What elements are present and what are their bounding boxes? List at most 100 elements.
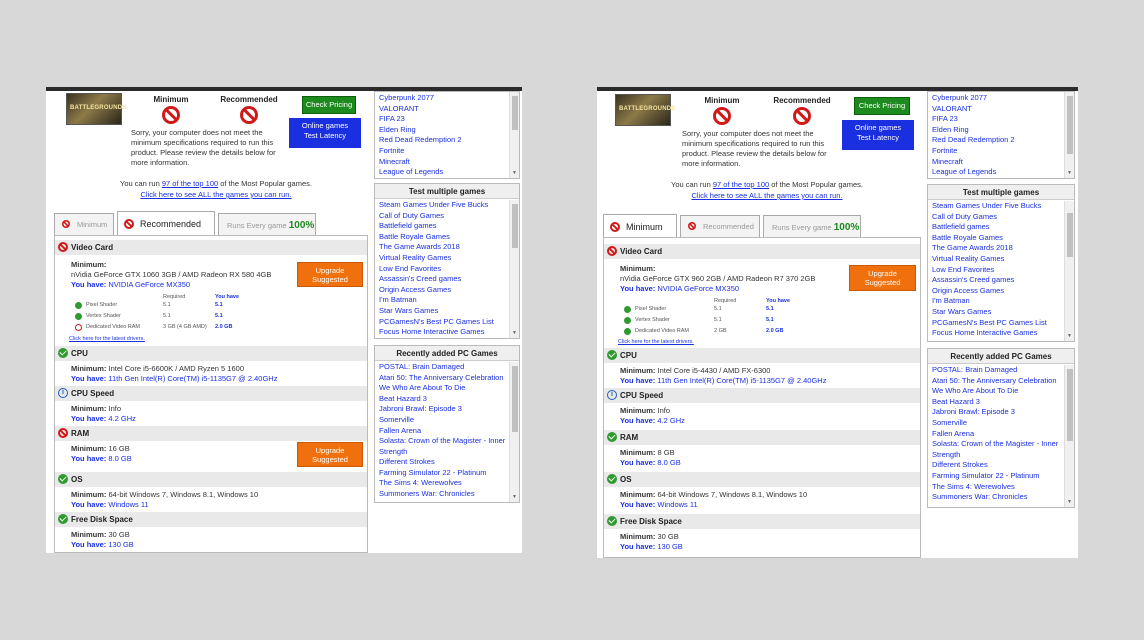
list-item[interactable]: POSTAL: Brain Damaged: [375, 362, 507, 373]
ram-upgrade-button[interactable]: Upgrade Suggested: [297, 442, 363, 467]
list-item[interactable]: Jabroni Brawl: Episode 3: [375, 404, 507, 415]
list-item[interactable]: VALORANT: [928, 104, 1062, 115]
list-item[interactable]: The Sims 4: Werewolves: [375, 478, 507, 489]
online-games-latency-button[interactable]: Online games Test Latency: [842, 120, 914, 150]
list-item[interactable]: Jabroni Brawl: Episode 3: [928, 407, 1062, 418]
list-item[interactable]: PCGamesN's Best PC Games List: [928, 318, 1062, 329]
scrollbar[interactable]: ▼: [509, 92, 519, 178]
list-item[interactable]: Steam Games Under Five Bucks: [928, 201, 1062, 212]
list-item[interactable]: Red Dead Redemption 2: [375, 135, 507, 146]
list-item[interactable]: Call of Duty Games: [375, 211, 507, 222]
see-all-games-link[interactable]: Click here to see ALL the games you can …: [691, 191, 842, 200]
tab-runs-every-game[interactable]: Runs Every game 100%: [763, 215, 861, 237]
see-all-games-link[interactable]: Click here to see ALL the games you can …: [140, 190, 291, 199]
list-item[interactable]: Focus Home Interactive Games: [928, 328, 1062, 339]
list-item[interactable]: Solasta: Crown of the Magister - Inner: [928, 439, 1062, 450]
list-item[interactable]: Beat Hazard 3: [375, 394, 507, 405]
list-item[interactable]: Cyberpunk 2077: [928, 93, 1062, 104]
list-item[interactable]: Atari 50: The Anniversary Celebration: [928, 376, 1062, 387]
list-item[interactable]: Battle Royale Games: [375, 232, 507, 243]
list-item[interactable]: FIFA 23: [375, 114, 507, 125]
disk-minimum: Minimum: 30 GB: [71, 530, 130, 539]
list-item[interactable]: POSTAL: Brain Damaged: [928, 365, 1062, 376]
list-item[interactable]: Battlefield games: [375, 221, 507, 232]
list-item[interactable]: The Game Awards 2018: [375, 242, 507, 253]
list-item[interactable]: The Sims 4: Werewolves: [928, 482, 1062, 493]
list-item[interactable]: Assassin's Creed games: [375, 274, 507, 285]
list-item[interactable]: Fallen Arena: [928, 429, 1062, 440]
list-item[interactable]: Fallen Arena: [375, 426, 507, 437]
list-item[interactable]: Battle Royale Games: [928, 233, 1062, 244]
tab-recommended[interactable]: Recommended: [680, 215, 760, 237]
list-item[interactable]: Summoners War: Chronicles: [928, 492, 1062, 503]
top-100-link[interactable]: 97 of the top 100: [713, 180, 769, 189]
list-item[interactable]: We Who Are About To Die: [928, 386, 1062, 397]
list-item[interactable]: League of Legends: [375, 167, 507, 178]
list-item[interactable]: Different Strokes: [928, 460, 1062, 471]
online-games-latency-button[interactable]: Online games Test Latency: [289, 118, 361, 148]
list-item[interactable]: Focus Home Interactive Games: [375, 327, 507, 338]
video-upgrade-button[interactable]: Upgrade Suggested: [849, 265, 916, 291]
list-item[interactable]: Somerville: [375, 415, 507, 426]
scrollbar[interactable]: ▼: [509, 362, 519, 502]
list-item[interactable]: Steam Games Under Five Bucks: [375, 200, 507, 211]
check-pricing-button[interactable]: Check Pricing: [854, 97, 910, 115]
list-item[interactable]: Battlefield games: [928, 222, 1062, 233]
pixel-shader-label: Pixel Shader: [86, 302, 118, 308]
cpu-speed-info-icon: i: [58, 388, 68, 398]
pixel-shader-ok-icon: [624, 306, 631, 313]
list-item[interactable]: Solasta: Crown of the Magister - Inner S…: [375, 436, 507, 457]
latest-drivers-link[interactable]: Click here for the latest drivers.: [69, 336, 145, 342]
list-item[interactable]: Strength: [928, 450, 1062, 461]
list-item[interactable]: Virtual Reality Games: [375, 253, 507, 264]
list-item[interactable]: Beat Hazard 3: [928, 397, 1062, 408]
tab-recommended[interactable]: Recommended: [117, 211, 215, 235]
list-item[interactable]: Red Dead Redemption 2: [928, 135, 1062, 146]
scrollbar[interactable]: ▼: [1064, 92, 1074, 178]
list-item[interactable]: Cyberpunk 2077: [375, 93, 507, 104]
list-item[interactable]: Minecraft: [928, 157, 1062, 168]
recently-added-list: Recently added PC Games POSTAL: Brain Da…: [374, 345, 520, 503]
cpu-you-have: You have: 11th Gen Intel(R) Core(TM) i5-…: [620, 376, 827, 385]
list-item[interactable]: Elden Ring: [928, 125, 1062, 136]
list-item[interactable]: I'm Batman: [375, 295, 507, 306]
list-item[interactable]: League of Legends: [928, 167, 1062, 178]
tab-minimum[interactable]: Minimum: [603, 214, 677, 238]
tab-runs-every-game[interactable]: Runs Every game 100%: [218, 213, 316, 235]
list-item[interactable]: Farming Simulator 22 - Platinum: [928, 471, 1062, 482]
scrollbar[interactable]: ▼: [1064, 365, 1074, 507]
list-item[interactable]: I'm Batman: [928, 296, 1062, 307]
os-header: OS: [55, 472, 367, 487]
list-item[interactable]: Star Wars Games: [375, 306, 507, 317]
video-upgrade-button[interactable]: Upgrade Suggested: [297, 262, 363, 287]
list-item[interactable]: Elden Ring: [375, 125, 507, 136]
list-item[interactable]: Fortnite: [928, 146, 1062, 157]
scrollbar[interactable]: ▼: [509, 200, 519, 338]
list-item[interactable]: Somerville: [928, 418, 1062, 429]
list-item[interactable]: Origin Access Games: [928, 286, 1062, 297]
check-pricing-button[interactable]: Check Pricing: [302, 96, 356, 114]
list-item[interactable]: FIFA 23: [928, 114, 1062, 125]
list-item[interactable]: Summoners War: Chronicles: [375, 489, 507, 500]
list-item[interactable]: Atari 50: The Anniversary Celebration: [375, 373, 507, 384]
list-item[interactable]: Low End Favorites: [375, 264, 507, 275]
list-item[interactable]: PCGamesN's Best PC Games List: [375, 317, 507, 328]
list-item[interactable]: Low End Favorites: [928, 265, 1062, 276]
list-item[interactable]: The Game Awards 2018: [928, 243, 1062, 254]
list-item[interactable]: Different Strokes: [375, 457, 507, 468]
list-item[interactable]: Minecraft: [375, 157, 507, 168]
tab-minimum[interactable]: Minimum: [54, 213, 114, 235]
top-100-link[interactable]: 97 of the top 100: [162, 179, 218, 188]
list-item[interactable]: Fortnite: [375, 146, 507, 157]
list-item[interactable]: Farming Simulator 22 - Platinum: [375, 468, 507, 479]
list-item[interactable]: Assassin's Creed games: [928, 275, 1062, 286]
list-item[interactable]: Origin Access Games: [375, 285, 507, 296]
list-item[interactable]: VALORANT: [375, 104, 507, 115]
vertex-shader-label: Vertex Shader: [635, 317, 670, 323]
list-item[interactable]: Call of Duty Games: [928, 212, 1062, 223]
scrollbar[interactable]: ▼: [1064, 201, 1074, 341]
list-item[interactable]: Star Wars Games: [928, 307, 1062, 318]
latest-drivers-link[interactable]: Click here for the latest drivers.: [618, 339, 694, 345]
list-item[interactable]: We Who Are About To Die: [375, 383, 507, 394]
list-item[interactable]: Virtual Reality Games: [928, 254, 1062, 265]
